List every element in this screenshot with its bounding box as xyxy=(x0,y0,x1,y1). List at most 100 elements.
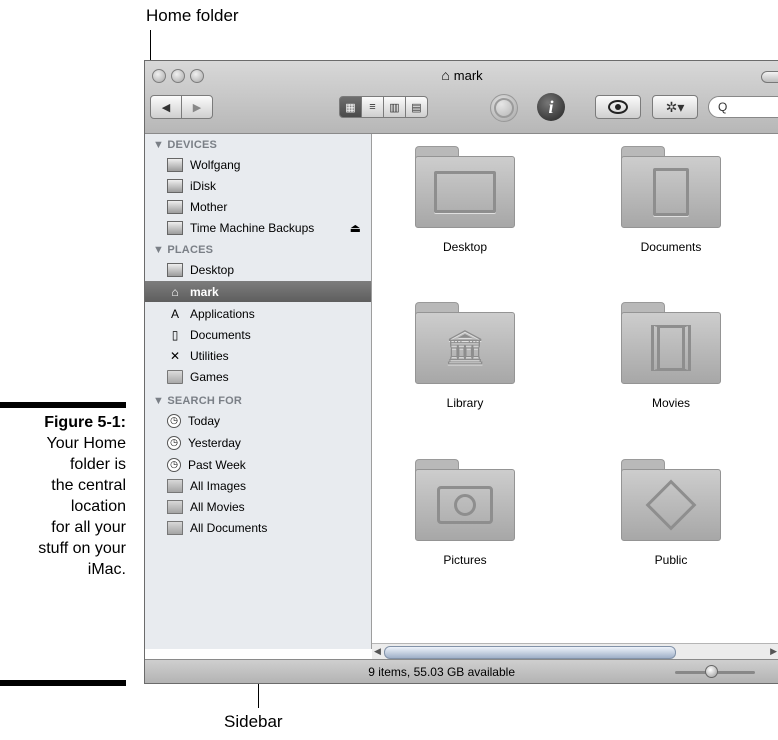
desktop-folder-icon xyxy=(415,146,515,228)
back-arrow-icon: ◀ xyxy=(161,101,171,114)
movies-folder-icon xyxy=(621,302,721,384)
folder-item-desktop[interactable]: Desktop xyxy=(395,146,535,254)
list-icon: ≡ xyxy=(369,101,376,113)
folder-item-movies[interactable]: Movies xyxy=(601,302,741,410)
sidebar-item-applications[interactable]: A Applications xyxy=(145,303,371,324)
sidebar-item-mark[interactable]: ⌂ mark xyxy=(145,281,371,302)
burn-icon xyxy=(494,98,514,118)
column-view-button[interactable]: ▥ xyxy=(383,96,406,118)
sidebar-item-past-week[interactable]: ◷ Past Week xyxy=(145,454,371,475)
home-icon: ⌂ xyxy=(171,284,179,299)
forward-arrow-icon: ▶ xyxy=(192,101,202,114)
toolbar-toggle-button[interactable] xyxy=(761,71,778,83)
folder-item-documents[interactable]: Documents xyxy=(601,146,741,254)
icon-size-slider-knob[interactable] xyxy=(705,665,718,678)
time-machine-disk-icon xyxy=(167,220,183,235)
folder-icon xyxy=(167,369,183,384)
sidebar-item-today[interactable]: ◷ Today xyxy=(145,410,371,431)
search-for-header[interactable]: ▼ SEARCH FOR xyxy=(153,395,242,407)
sidebar-item-label: Documents xyxy=(190,327,251,342)
sidebar-item-wolfgang[interactable]: Wolfgang xyxy=(145,154,371,175)
sidebar-item-label: Applications xyxy=(190,306,255,321)
back-button[interactable]: ◀ xyxy=(150,95,182,119)
caption-line: folder is xyxy=(69,456,126,473)
clock-icon: ◷ xyxy=(167,435,181,450)
documents-folder-icon xyxy=(621,146,721,228)
sidebar-item-label: Games xyxy=(190,369,229,384)
search-input[interactable]: Q xyxy=(708,96,778,118)
figure-label: Figure 5-1: xyxy=(44,414,126,431)
caption-line: iMac. xyxy=(87,561,126,578)
finder-window: ⌂ mark ◀ ▶ ▦ ≡ ▥ ▤ i ✲▾ Q ▼ DEVICES Wolfg… xyxy=(144,60,778,684)
search-icon: Q xyxy=(718,100,728,114)
smart-folder-icon xyxy=(167,499,183,514)
horizontal-scrollbar[interactable]: ◀ ▶ xyxy=(372,643,778,660)
action-menu-button[interactable]: ✲▾ xyxy=(652,95,698,119)
status-bar: 9 items, 55.03 GB available xyxy=(145,659,778,683)
sidebar-item-label: All Images xyxy=(190,478,247,493)
sidebar-item-all-movies[interactable]: All Movies xyxy=(145,496,371,517)
sidebar-item-label: Today xyxy=(188,413,221,428)
caption-line: Your Home xyxy=(46,435,126,452)
caption-rule-top xyxy=(0,402,126,408)
cover-flow-button[interactable]: ▤ xyxy=(405,96,428,118)
caption-line: location xyxy=(70,498,126,515)
sidebar: ▼ DEVICES Wolfgang iDisk Mother Time Mac… xyxy=(145,134,372,649)
sidebar-item-yesterday[interactable]: ◷ Yesterday xyxy=(145,432,371,453)
forward-button[interactable]: ▶ xyxy=(181,95,213,119)
sidebar-item-all-images[interactable]: All Images xyxy=(145,475,371,496)
folder-label: Movies xyxy=(651,396,690,410)
sidebar-item-time-machine-backups[interactable]: Time Machine Backups ⏏ xyxy=(145,217,371,238)
folder-item-public[interactable]: Public xyxy=(601,459,741,567)
scrollbar-thumb[interactable] xyxy=(384,646,676,659)
caption-rule-bottom xyxy=(0,680,126,686)
folder-label: Library xyxy=(446,396,484,410)
sidebar-item-games[interactable]: Games xyxy=(145,366,371,387)
sidebar-item-documents[interactable]: ▯ Documents xyxy=(145,324,371,345)
sidebar-item-label: iDisk xyxy=(190,178,216,193)
figure-caption: Figure 5-1: Your Home folder is the cent… xyxy=(0,412,126,580)
folder-item-pictures[interactable]: Pictures xyxy=(395,459,535,567)
list-view-button[interactable]: ≡ xyxy=(361,96,384,118)
quick-look-button[interactable] xyxy=(595,95,641,119)
scroll-left-icon[interactable]: ◀ xyxy=(374,646,381,657)
sidebar-item-label: Past Week xyxy=(188,457,246,472)
sidebar-item-label: Desktop xyxy=(190,262,235,277)
clock-icon: ◷ xyxy=(167,413,181,428)
applications-icon: A xyxy=(170,306,179,321)
sidebar-item-label: Yesterday xyxy=(188,435,241,450)
smart-folder-icon xyxy=(167,520,183,535)
folder-label: Pictures xyxy=(443,553,487,567)
icon-view-button[interactable]: ▦ xyxy=(339,96,362,118)
house-icon: ⌂ xyxy=(441,67,450,83)
folder-item-library[interactable]: 🏛 Library xyxy=(395,302,535,410)
get-info-button[interactable]: i xyxy=(537,93,565,121)
sidebar-item-label: Utilities xyxy=(190,348,229,363)
sidebar-item-label: All Documents xyxy=(190,520,268,535)
idisk-icon xyxy=(167,178,183,193)
grid-icon: ▦ xyxy=(345,101,356,114)
cover-flow-icon: ▤ xyxy=(411,101,422,114)
burn-button[interactable] xyxy=(490,94,518,122)
devices-header[interactable]: ▼ DEVICES xyxy=(153,139,217,151)
info-icon: i xyxy=(548,96,554,117)
smart-folder-icon xyxy=(167,478,183,493)
pictures-folder-icon xyxy=(415,459,515,541)
places-header[interactable]: ▼ PLACES xyxy=(153,244,213,256)
gear-icon: ✲▾ xyxy=(665,98,685,115)
columns-icon: ▥ xyxy=(389,101,400,114)
scroll-right-icon[interactable]: ▶ xyxy=(770,646,777,657)
hard-disk-icon xyxy=(167,157,183,172)
sidebar-item-mother[interactable]: Mother xyxy=(145,196,371,217)
sidebar-callout: Sidebar xyxy=(224,712,283,731)
sidebar-item-idisk[interactable]: iDisk xyxy=(145,175,371,196)
eject-icon[interactable]: ⏏ xyxy=(350,221,361,235)
sidebar-item-desktop[interactable]: Desktop xyxy=(145,259,371,280)
sidebar-item-label: All Movies xyxy=(190,499,245,514)
eye-icon xyxy=(608,100,628,114)
sidebar-item-label: Time Machine Backups xyxy=(190,220,315,235)
home-folder-callout: Home folder xyxy=(146,6,239,25)
sidebar-item-utilities[interactable]: ✕ Utilities xyxy=(145,345,371,366)
sidebar-item-all-documents[interactable]: All Documents xyxy=(145,517,371,538)
sidebar-item-label: mark xyxy=(190,284,219,299)
